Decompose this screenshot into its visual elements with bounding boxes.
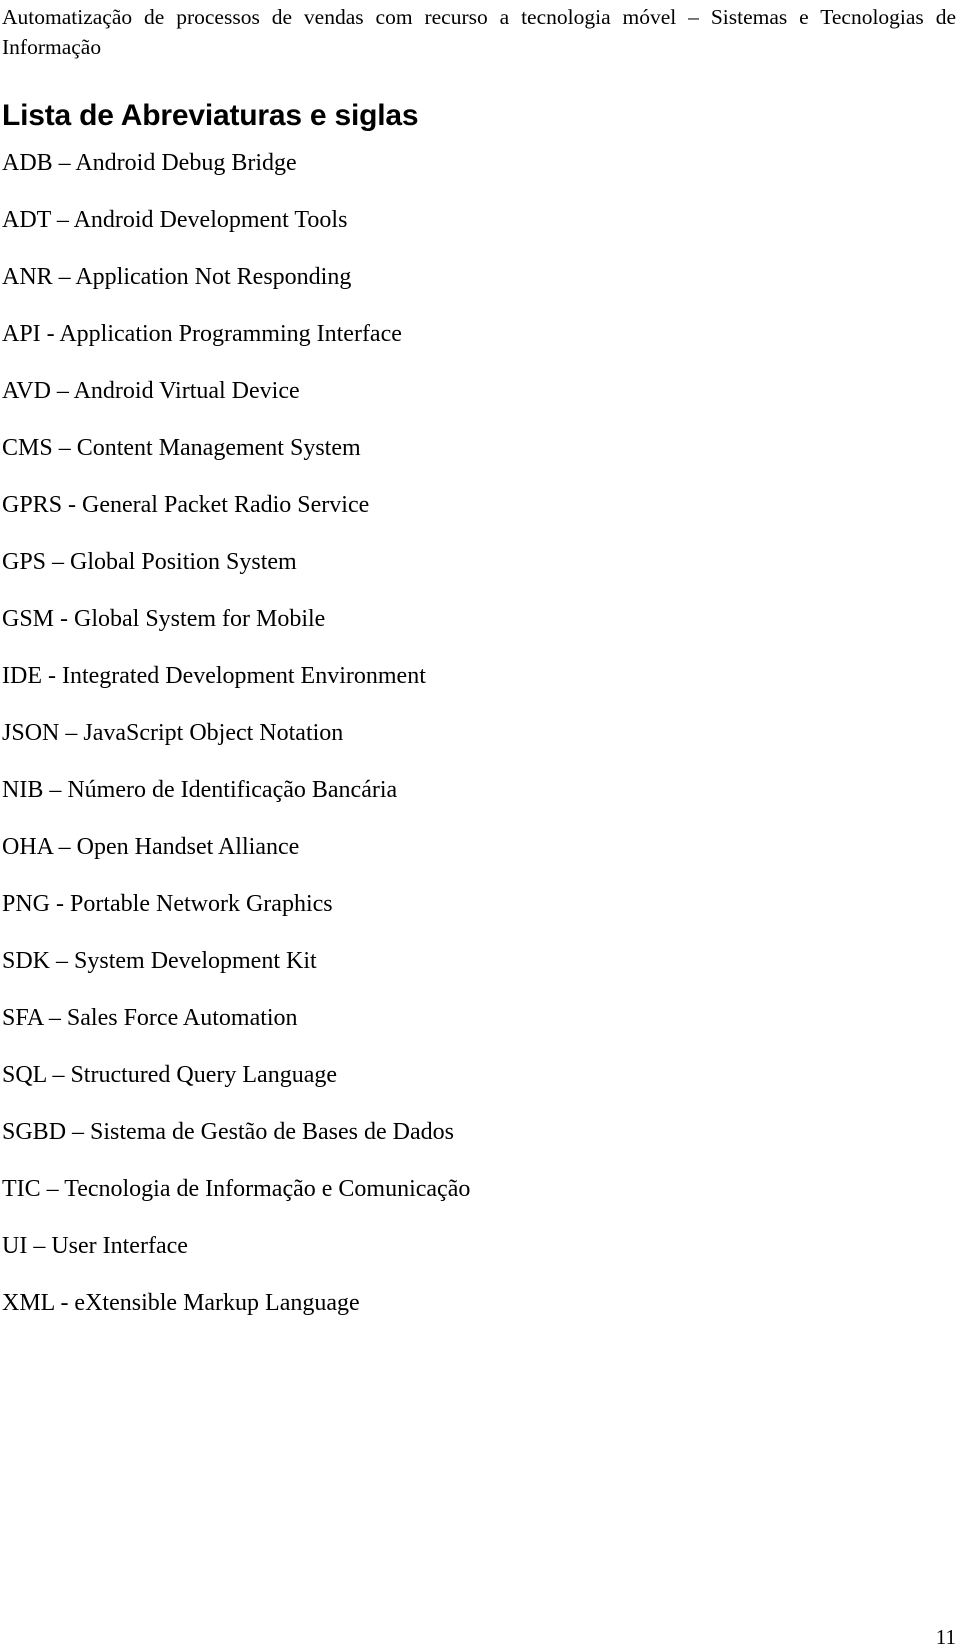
abbreviation-entry: ADB – Android Debug Bridge — [2, 150, 297, 176]
abbreviation-entry: IDE - Integrated Development Environment — [2, 663, 426, 689]
list-item: GPS – Global Position System — [2, 547, 942, 604]
abbreviation-entry: AVD – Android Virtual Device — [2, 378, 300, 404]
abbreviation-entry: UI – User Interface — [2, 1233, 188, 1259]
list-item: PNG - Portable Network Graphics — [2, 889, 942, 946]
abbreviation-entry: TIC – Tecnologia de Informação e Comunic… — [2, 1176, 471, 1202]
abbreviation-entry: XML - eXtensible Markup Language — [2, 1290, 360, 1316]
list-item: SDK – System Development Kit — [2, 946, 942, 1003]
list-item: API - Application Programming Interface — [2, 319, 942, 376]
abbreviation-entry: SGBD – Sistema de Gestão de Bases de Dad… — [2, 1119, 454, 1145]
list-item: GPRS - General Packet Radio Service — [2, 490, 942, 547]
abbreviation-entry: GPS – Global Position System — [2, 549, 297, 575]
abbreviation-entry: GPRS - General Packet Radio Service — [2, 492, 370, 518]
abbreviation-entry: NIB – Número de Identificação Bancária — [2, 777, 398, 803]
abbreviation-list: ADB – Android Debug Bridge ADT – Android… — [2, 148, 942, 1345]
list-item: OHA – Open Handset Alliance — [2, 832, 942, 889]
abbreviation-entry: SDK – System Development Kit — [2, 948, 317, 974]
section-heading: Lista de Abreviaturas e siglas — [2, 99, 419, 133]
abbreviation-entry: ADT – Android Development Tools — [2, 207, 348, 233]
list-item: GSM - Global System for Mobile — [2, 604, 942, 661]
abbreviation-entry: OHA – Open Handset Alliance — [2, 834, 300, 860]
abbreviation-entry: SQL – Structured Query Language — [2, 1062, 338, 1088]
list-item: TIC – Tecnologia de Informação e Comunic… — [2, 1174, 942, 1231]
abbreviation-entry: PNG - Portable Network Graphics — [2, 891, 333, 917]
list-item: UI – User Interface — [2, 1231, 942, 1288]
abbreviation-entry: JSON – JavaScript Object Notation — [2, 720, 344, 746]
abbreviation-entry: API - Application Programming Interface — [2, 321, 402, 347]
list-item: XML - eXtensible Markup Language — [2, 1288, 942, 1345]
list-item: SFA – Sales Force Automation — [2, 1003, 942, 1060]
running-header: Automatização de processos de vendas com… — [2, 2, 956, 62]
list-item: CMS – Content Management System — [2, 433, 942, 490]
running-header-line-1: Automatização de processos de vendas com… — [2, 5, 956, 29]
abbreviation-entry: GSM - Global System for Mobile — [2, 606, 326, 632]
list-item: SGBD – Sistema de Gestão de Bases de Dad… — [2, 1117, 942, 1174]
running-header-line-2: Informação — [2, 35, 102, 59]
list-item: IDE - Integrated Development Environment — [2, 661, 942, 718]
abbreviation-entry: CMS – Content Management System — [2, 435, 361, 461]
list-item: NIB – Número de Identificação Bancária — [2, 775, 942, 832]
abbreviation-entry: ANR – Application Not Responding — [2, 264, 352, 290]
list-item: ADB – Android Debug Bridge — [2, 148, 942, 205]
list-item: SQL – Structured Query Language — [2, 1060, 942, 1117]
list-item: ANR – Application Not Responding — [2, 262, 942, 319]
list-item: ADT – Android Development Tools — [2, 205, 942, 262]
page-number: 11 — [935, 1625, 956, 1649]
abbreviation-entry: SFA – Sales Force Automation — [2, 1005, 298, 1031]
document-page: Automatização de processos de vendas com… — [0, 0, 960, 1649]
list-item: AVD – Android Virtual Device — [2, 376, 942, 433]
list-item: JSON – JavaScript Object Notation — [2, 718, 942, 775]
